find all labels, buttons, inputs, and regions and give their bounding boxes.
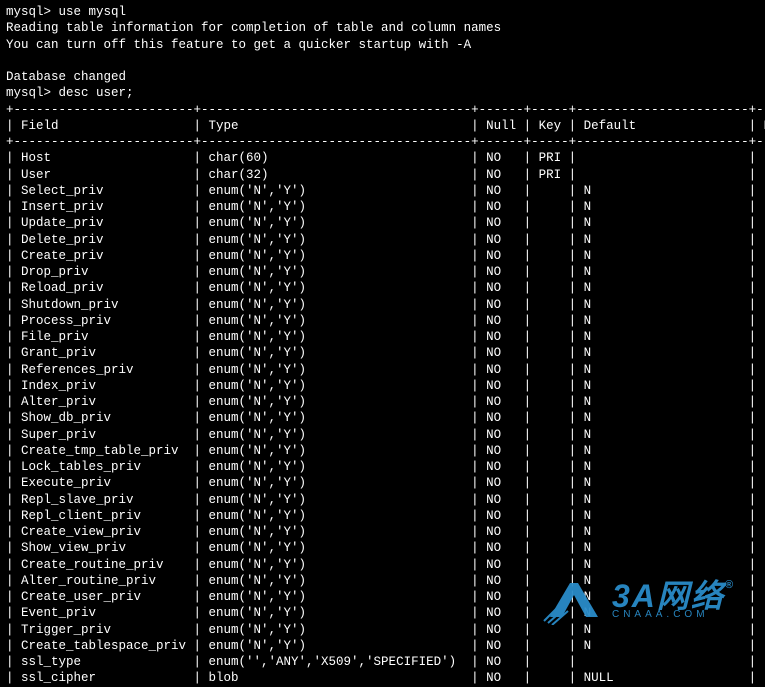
table-row: | Alter_priv | enum('N','Y') | NO | | N …: [6, 394, 759, 410]
table-row: | Drop_priv | enum('N','Y') | NO | | N |…: [6, 264, 759, 280]
table-row: | Create_routine_priv | enum('N','Y') | …: [6, 557, 759, 573]
table-header: | Field | Type | Null | Key | Default | …: [6, 118, 759, 134]
table-row: | Execute_priv | enum('N','Y') | NO | | …: [6, 475, 759, 491]
message-turnoff: You can turn off this feature to get a q…: [6, 37, 759, 53]
table-row: | Lock_tables_priv | enum('N','Y') | NO …: [6, 459, 759, 475]
table-row: | Create_priv | enum('N','Y') | NO | | N…: [6, 248, 759, 264]
table-row: | Super_priv | enum('N','Y') | NO | | N …: [6, 427, 759, 443]
table-row: | Update_priv | enum('N','Y') | NO | | N…: [6, 215, 759, 231]
mysql-prompt-desc: mysql> desc user;: [6, 85, 759, 101]
blank-line: [6, 53, 759, 69]
table-separator: +------------------------+--------------…: [6, 102, 759, 118]
desc-table: +------------------------+--------------…: [6, 102, 759, 687]
table-row: | Create_user_priv | enum('N','Y') | NO …: [6, 589, 759, 605]
table-row: | References_priv | enum('N','Y') | NO |…: [6, 362, 759, 378]
table-row: | Show_db_priv | enum('N','Y') | NO | | …: [6, 410, 759, 426]
table-separator: +------------------------+--------------…: [6, 134, 759, 150]
table-row: | Trigger_priv | enum('N','Y') | NO | | …: [6, 622, 759, 638]
table-row: | Create_view_priv | enum('N','Y') | NO …: [6, 524, 759, 540]
table-row: | Show_view_priv | enum('N','Y') | NO | …: [6, 540, 759, 556]
table-row: | Host | char(60) | NO | PRI | | |: [6, 150, 759, 166]
table-row: | Alter_routine_priv | enum('N','Y') | N…: [6, 573, 759, 589]
message-reading: Reading table information for completion…: [6, 20, 759, 36]
table-row: | Event_priv | enum('N','Y') | NO | | N …: [6, 605, 759, 621]
mysql-prompt-use: mysql> use mysql: [6, 4, 759, 20]
message-dbchanged: Database changed: [6, 69, 759, 85]
table-row: | Repl_client_priv | enum('N','Y') | NO …: [6, 508, 759, 524]
table-row: | Index_priv | enum('N','Y') | NO | | N …: [6, 378, 759, 394]
table-row: | ssl_type | enum('','ANY','X509','SPECI…: [6, 654, 759, 670]
table-row: | Process_priv | enum('N','Y') | NO | | …: [6, 313, 759, 329]
table-row: | Reload_priv | enum('N','Y') | NO | | N…: [6, 280, 759, 296]
table-row: | Repl_slave_priv | enum('N','Y') | NO |…: [6, 492, 759, 508]
table-row: | Select_priv | enum('N','Y') | NO | | N…: [6, 183, 759, 199]
table-row: | Create_tmp_table_priv | enum('N','Y') …: [6, 443, 759, 459]
table-row: | ssl_cipher | blob | NO | | NULL | |: [6, 670, 759, 686]
table-row: | Create_tablespace_priv | enum('N','Y')…: [6, 638, 759, 654]
table-row: | Shutdown_priv | enum('N','Y') | NO | |…: [6, 297, 759, 313]
table-row: | User | char(32) | NO | PRI | | |: [6, 167, 759, 183]
table-row: | Grant_priv | enum('N','Y') | NO | | N …: [6, 345, 759, 361]
table-row: | Delete_priv | enum('N','Y') | NO | | N…: [6, 232, 759, 248]
table-row: | Insert_priv | enum('N','Y') | NO | | N…: [6, 199, 759, 215]
table-row: | File_priv | enum('N','Y') | NO | | N |…: [6, 329, 759, 345]
